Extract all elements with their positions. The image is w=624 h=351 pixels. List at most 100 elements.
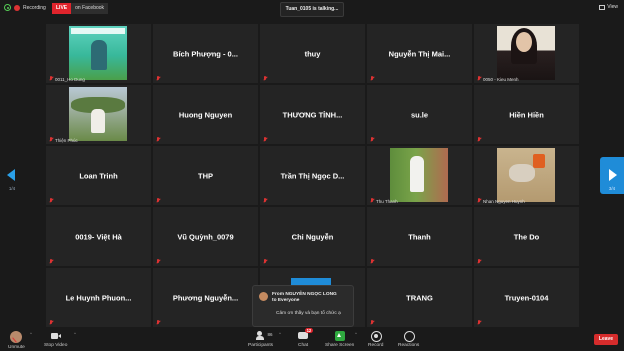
participants-count: 86 <box>267 332 273 337</box>
chat-notification-popup[interactable]: From NGUYỄN NGỌC LONG to Everyone Cảm ơn… <box>252 285 354 327</box>
share-screen-button[interactable]: Share Screen <box>325 331 354 348</box>
participant-name: thuy <box>304 49 321 58</box>
participant-video <box>497 26 555 80</box>
participant-name: 0019- Việt Hà <box>75 232 122 241</box>
participant-label: Thu Thanh <box>376 199 398 204</box>
chat-button[interactable]: 12 Chat <box>298 328 313 348</box>
stop-video-button[interactable]: Stop Video <box>44 331 67 348</box>
muted-mic-icon <box>156 137 160 142</box>
chevron-up-icon[interactable]: ^ <box>30 331 32 336</box>
muted-mic-icon <box>370 259 374 264</box>
participant-tile[interactable]: su.le <box>367 85 472 144</box>
participant-tile[interactable]: Nguyễn Thị Mai... <box>367 24 472 83</box>
participant-name: THP <box>198 171 213 180</box>
participant-name: Huong Nguyen <box>178 110 233 119</box>
participant-name: Truyen-0104 <box>504 293 549 302</box>
participant-name: Trần Thị Ngọc D... <box>280 171 345 180</box>
muted-mic-icon <box>156 259 160 264</box>
participant-tile[interactable]: Le Huynh Phuon... <box>46 268 151 327</box>
participant-tile[interactable]: Phương Nguyễn... <box>153 268 258 327</box>
participant-tile[interactable]: TRANG <box>367 268 472 327</box>
participant-name: Bích Phượng - 0... <box>173 49 238 58</box>
participant-tile[interactable]: Nhan Nguyen Huynh <box>474 146 579 205</box>
chevron-up-icon[interactable]: ^ <box>279 331 281 336</box>
share-screen-icon <box>334 331 345 341</box>
sender-avatar <box>259 292 268 301</box>
chevron-left-icon <box>7 169 15 181</box>
participant-tile[interactable]: Trần Thị Ngọc D... <box>260 146 365 205</box>
participant-tile[interactable]: The Do <box>474 207 579 266</box>
participant-name: THƯƠNG TỈNH... <box>282 110 343 119</box>
muted-mic-icon <box>49 320 53 325</box>
participant-tile[interactable]: Hiền Hiền <box>474 85 579 144</box>
record-label: Record <box>368 343 384 348</box>
participant-tile[interactable]: Vũ Quỳnh_0079 <box>153 207 258 266</box>
stop-video-label: Stop Video <box>44 343 68 348</box>
live-badge: LIVE <box>52 3 72 14</box>
participant-label: 0011_Ho Dung <box>55 77 85 82</box>
record-button[interactable]: Record <box>368 331 383 348</box>
muted-mic-icon <box>263 198 267 203</box>
participant-tile[interactable]: Loan Trinh <box>46 146 151 205</box>
participant-tile[interactable]: THƯƠNG TỈNH... <box>260 85 365 144</box>
chat-to-line: to Everyone <box>272 298 300 303</box>
reactions-label: Reactions <box>398 343 420 348</box>
meeting-topbar: Recording LIVE on Facebook Tuan_0105 is … <box>0 0 624 18</box>
muted-mic-icon <box>156 76 160 81</box>
muted-mic-icon <box>49 259 53 264</box>
participant-tile[interactable]: 0011_Ho Dung <box>46 24 151 83</box>
participant-tile[interactable]: Truyen-0104 <box>474 268 579 327</box>
muted-mic-icon <box>477 198 481 203</box>
participant-name: Chi Nguyễn <box>291 232 334 241</box>
recording-indicator[interactable]: Recording <box>4 4 46 11</box>
muted-mic-icon <box>49 198 53 203</box>
muted-mic-icon <box>49 76 53 81</box>
participants-button[interactable]: 86 Participants <box>248 331 273 348</box>
muted-mic-icon <box>477 137 481 142</box>
participant-tile[interactable]: 0019- Việt Hà <box>46 207 151 266</box>
leave-button[interactable]: Leave <box>594 334 618 345</box>
chevron-up-icon[interactable]: ^ <box>355 331 357 336</box>
participant-video <box>69 26 127 80</box>
participant-tile[interactable]: 0050 - Kieu Menh <box>474 24 579 83</box>
muted-mic-icon <box>370 320 374 325</box>
participant-name: su.le <box>410 110 429 119</box>
participant-tile[interactable]: THP <box>153 146 258 205</box>
muted-mic-icon <box>477 259 481 264</box>
participant-tile[interactable]: Thanh <box>367 207 472 266</box>
participant-label: Nhan Nguyen Huynh <box>483 199 525 204</box>
unmute-button[interactable]: Unmute <box>8 331 25 350</box>
participant-label: 0050 - Kieu Menh <box>483 77 519 82</box>
participant-tile[interactable]: Bích Phượng - 0... <box>153 24 258 83</box>
participant-name: Thanh <box>408 232 431 241</box>
view-label: View <box>607 4 618 10</box>
view-button[interactable]: View <box>599 4 618 10</box>
participant-tile[interactable]: thuy <box>260 24 365 83</box>
record-dot-icon <box>14 4 20 11</box>
chat-icon: 12 <box>298 328 313 341</box>
chat-message: Cảm ơn thầy và bạn tổ chức ạ <box>276 311 341 316</box>
shield-icon <box>4 4 11 11</box>
chat-badge: 12 <box>305 328 313 333</box>
participant-tile[interactable]: Huong Nguyen <box>153 85 258 144</box>
participant-tile[interactable]: Thu Thanh <box>367 146 472 205</box>
chat-sender: From NGUYỄN NGỌC LONG to Everyone <box>272 292 337 304</box>
participant-name: TRANG <box>406 293 433 302</box>
muted-mic-icon <box>263 259 267 264</box>
next-page-button[interactable]: 3/4 <box>600 157 624 194</box>
chevron-up-icon[interactable]: ^ <box>74 331 76 336</box>
participant-video <box>69 87 127 141</box>
participant-name: Phương Nguyễn... <box>172 293 239 302</box>
participant-tile[interactable]: Thiện Phúc <box>46 85 151 144</box>
reactions-button[interactable]: Reactions <box>398 331 419 348</box>
muted-mic-icon <box>156 198 160 203</box>
muted-mic-icon <box>477 76 481 81</box>
participant-video <box>390 148 448 202</box>
muted-mic-icon <box>156 320 160 325</box>
previous-page-button[interactable]: 1/4 <box>0 157 24 194</box>
live-platform: on Facebook <box>71 3 109 14</box>
live-stream-indicator[interactable]: LIVE on Facebook <box>52 3 109 14</box>
participant-tile[interactable]: Chi Nguyễn <box>260 207 365 266</box>
muted-mic-icon <box>477 320 481 325</box>
participant-name: Hiền Hiền <box>509 110 544 119</box>
